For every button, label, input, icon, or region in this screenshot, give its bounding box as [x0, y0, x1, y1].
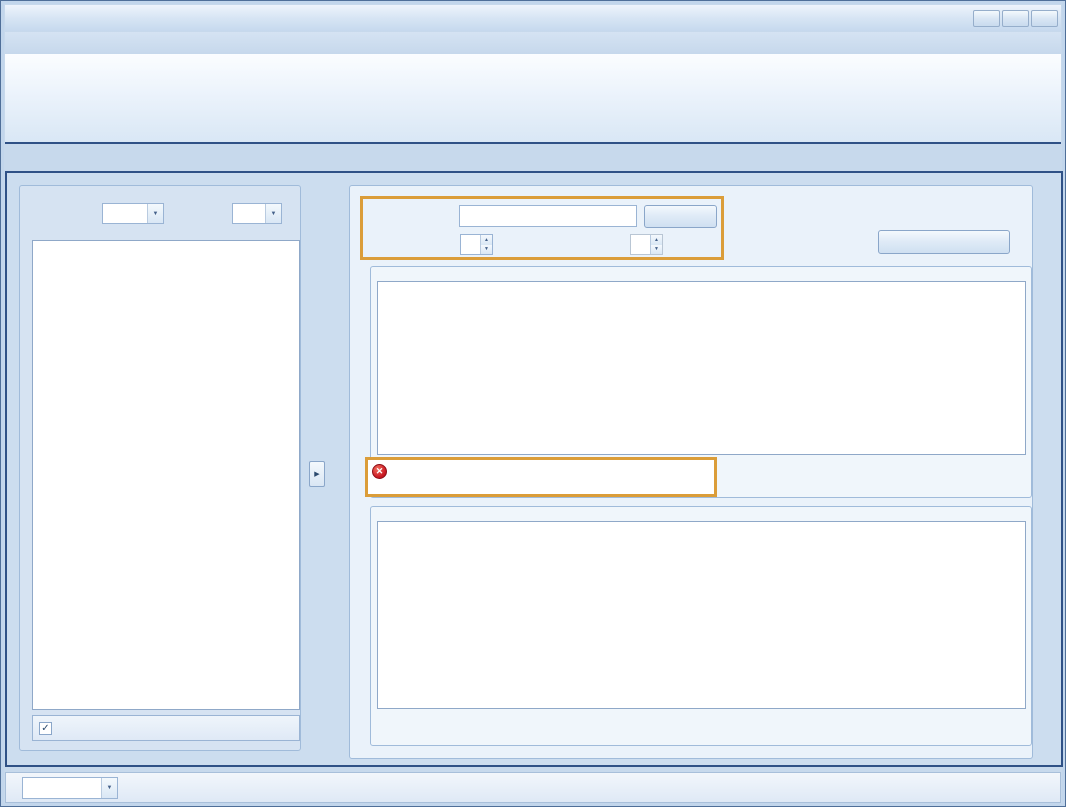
title-bar	[5, 5, 1061, 31]
sap-system-value	[103, 204, 147, 223]
error-icon: ✕	[372, 464, 387, 479]
database-icon	[986, 780, 1002, 796]
chevron-down-icon[interactable]: ▼	[265, 204, 281, 223]
version-select[interactable]: ▼	[232, 203, 282, 224]
version-value	[233, 204, 265, 223]
status-bar: ▼	[5, 772, 1061, 803]
spinner-down-icon[interactable]: ▼	[651, 245, 662, 255]
clear-filter-icon[interactable]	[277, 720, 293, 736]
namespace-prefix-input[interactable]	[459, 205, 637, 227]
technical-name-length-spinner[interactable]: ▲▼	[630, 234, 663, 255]
close-button[interactable]	[1031, 10, 1058, 27]
dp-logo-icon	[12, 10, 29, 27]
menu-bar	[5, 32, 1061, 54]
active-project-value	[23, 778, 101, 798]
spinner-up-icon[interactable]: ▲	[481, 235, 492, 245]
app-window: ∧ ▼ ▼ ✓ ▶	[0, 0, 1066, 807]
apply-button[interactable]	[644, 205, 717, 228]
characteristics-grid	[377, 521, 1026, 709]
chevron-down-icon[interactable]: ▼	[101, 778, 117, 798]
data-sources-panel: ▼ ▼ ✓	[19, 185, 301, 751]
ribbon	[5, 54, 1061, 144]
active-project-select[interactable]: ▼	[22, 777, 118, 799]
validation-error-box: ✕	[365, 457, 717, 497]
maximize-button[interactable]	[1002, 10, 1029, 27]
spinner-up-icon[interactable]: ▲	[651, 235, 662, 245]
key-figures-grid	[377, 281, 1026, 455]
chevron-down-icon[interactable]: ▼	[147, 204, 163, 223]
sap-system-select[interactable]: ▼	[102, 203, 164, 224]
filter-enabled-checkbox[interactable]: ✓	[39, 722, 52, 735]
filter-footer: ✓	[32, 715, 300, 741]
replace-first-letters-value	[461, 235, 480, 254]
data-sources-grid	[32, 240, 300, 710]
save-icon[interactable]	[1016, 233, 1034, 251]
main-content: ▼ ▼ ✓ ▶	[5, 171, 1063, 767]
spinner-down-icon[interactable]: ▼	[481, 245, 492, 255]
window-controls	[973, 10, 1058, 27]
characteristics-panel	[370, 506, 1032, 746]
replace-first-letters-spinner[interactable]: ▲▼	[460, 234, 493, 255]
user-icon	[1028, 780, 1044, 796]
document-tab-bar	[5, 148, 1061, 171]
cut-technical-names-button[interactable]	[878, 230, 1010, 254]
technical-name-length-value	[631, 235, 650, 254]
pencil-icon[interactable]	[255, 720, 271, 736]
collapse-left-panel-button[interactable]: ▶	[309, 461, 325, 487]
minimize-button[interactable]	[973, 10, 1000, 27]
info-objects-panel: ▲▼ ▲▼ ✕	[349, 185, 1033, 759]
key-figures-panel: ✕	[370, 266, 1032, 498]
namespace-params-box: ▲▼ ▲▼	[360, 196, 724, 260]
